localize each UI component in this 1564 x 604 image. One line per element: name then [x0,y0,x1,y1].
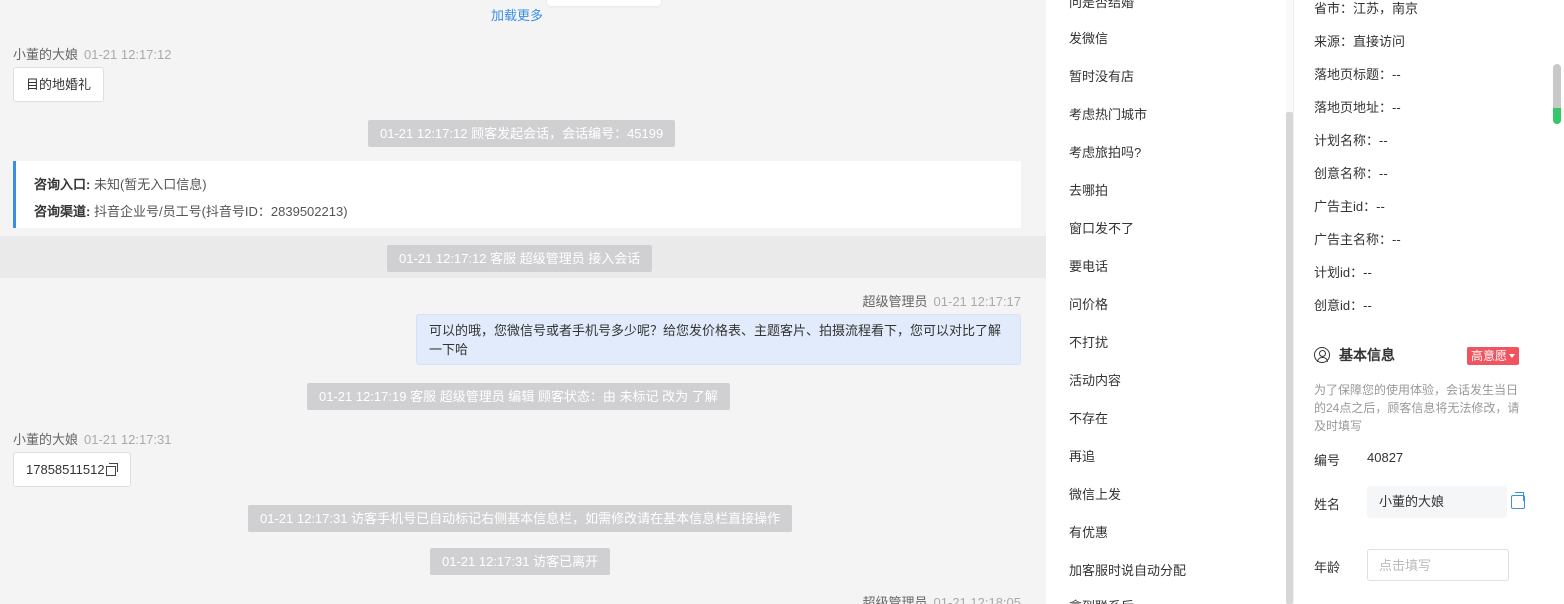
quick-reply-item[interactable]: 暂时没有店 [1069,66,1134,85]
quick-reply-item[interactable]: 活动内容 [1069,370,1121,389]
name-field[interactable]: 小董的大娘 [1367,486,1507,518]
age-label: 年龄 [1314,560,1341,575]
channel-value: 抖音企业号/员工号(抖音号ID：2839502213) [93,204,348,219]
popup-card-edge [547,0,661,6]
info-row-plan-name: 计划名称：-- [1314,130,1388,149]
quick-reply-item[interactable]: 拿到联系后 [1069,596,1134,604]
quick-reply-list: 问是否结婚 发微信 暂时没有店 考虑热门城市 考虑旅拍吗? 去哪拍 窗口发不了 … [1053,0,1293,604]
quick-reply-item[interactable]: 去哪拍 [1069,180,1108,199]
customer-info-panel: 省市：江苏，南京 来源：直接访问 落地页标题：-- 落地页地址：-- 计划名称：… [1293,0,1547,604]
quick-reply-item[interactable]: 不打扰 [1069,332,1108,351]
quick-reply-item[interactable]: 发微信 [1069,28,1108,47]
info-value: -- [1379,133,1388,148]
entry-value: 未知(暂无入口信息) [93,177,207,192]
info-label: 创意名称： [1314,166,1380,181]
phone-number: 17858511512 [26,462,105,477]
quick-reply-scrollbar-thumb[interactable] [1286,112,1293,604]
info-label: 广告主id： [1314,199,1377,214]
info-row-region: 省市：江苏，南京 [1314,0,1418,17]
info-value: -- [1392,67,1401,82]
message-header: 小董的大娘 01-21 12:17:12 [13,44,171,63]
sender-name: 小董的大娘 [13,432,79,447]
customer-message-bubble[interactable]: 目的地婚礼 [13,67,105,102]
system-message: 01-21 12:17:19 客服 超级管理员 编辑 顾客状态：由 未标记 改为… [307,383,730,410]
quick-reply-item[interactable]: 考虑热门城市 [1069,104,1147,123]
quick-reply-item[interactable]: 问是否结婚 [1069,0,1134,11]
system-message: 01-21 12:17:31 访客手机号已自动标记右侧基本信息栏，如需修改请在基… [248,505,793,532]
edit-deadline-notice: 为了保障您的使用体验，会话发生当日的24点之后，顾客信息将无法修改，请及时填写 [1314,383,1520,433]
sender-name: 超级管理员 [862,595,928,604]
channel-row: 咨询渠道: 抖音企业号/员工号(抖音号ID：2839502213) [34,198,1003,225]
info-row-source: 来源：直接访问 [1314,31,1405,50]
quick-reply-item[interactable]: 加客服时说自动分配 [1069,560,1186,579]
chat-pane: 加载更多 小董的大娘 01-21 12:17:12 目的地婚礼 01-21 12:… [0,0,1046,604]
edit-icon[interactable] [1511,492,1525,509]
system-message: 01-21 12:17:12 顾客发起会话，会话编号：45199 [368,120,676,147]
info-label: 计划名称： [1314,133,1380,148]
caret-down-icon [1509,354,1516,358]
info-label: 广告主名称： [1314,232,1393,247]
id-label: 编号 [1314,453,1341,468]
quick-reply-item[interactable]: 问价格 [1069,294,1108,313]
info-value: -- [1363,265,1372,280]
message-time: 01-21 12:17:12 [84,47,172,62]
entry-row: 咨询入口: 未知(暂无入口信息) [34,171,1003,198]
system-message: 01-21 12:17:31 访客已离开 [430,548,611,575]
info-row-landing-url: 落地页地址：-- [1314,97,1401,116]
info-value: 直接访问 [1353,34,1406,49]
copy-icon[interactable] [105,463,118,476]
sender-name: 超级管理员 [862,294,928,309]
message-header: 超级管理员 01-21 12:18:05 [863,592,1021,604]
message-header: 小董的大娘 01-21 12:17:31 [13,429,171,448]
message-time: 01-21 12:18:05 [933,595,1021,604]
info-value: -- [1379,166,1388,181]
user-circle-icon [1314,347,1330,363]
basic-info-heading: 基本信息 [1314,345,1395,365]
info-row-plan-id: 计划id：-- [1314,262,1372,281]
info-scrollbar-thumb[interactable] [1553,64,1561,124]
info-row-creative-name: 创意名称：-- [1314,163,1388,182]
entry-label: 咨询入口: [34,177,91,192]
info-label: 落地页标题： [1314,67,1393,82]
sender-name: 小董的大娘 [13,47,79,62]
info-row-advertiser-name: 广告主名称：-- [1314,229,1401,248]
id-value: 40827 [1367,450,1404,465]
system-message: 01-21 12:17:12 客服 超级管理员 接入会话 [387,245,653,272]
quick-reply-item[interactable]: 窗口发不了 [1069,218,1134,237]
info-value: -- [1392,100,1401,115]
info-label: 省市： [1314,1,1354,16]
load-more-link[interactable]: 加载更多 [491,5,543,24]
info-value: -- [1392,232,1401,247]
consult-entry-card: 咨询入口: 未知(暂无入口信息) 咨询渠道: 抖音企业号/员工号(抖音号ID：2… [13,161,1021,228]
age-input[interactable] [1367,549,1509,581]
quick-reply-item[interactable]: 有优惠 [1069,522,1108,541]
quick-reply-item[interactable]: 考虑旅拍吗? [1069,142,1141,161]
info-label: 落地页地址： [1314,100,1393,115]
quick-reply-item[interactable]: 不存在 [1069,408,1108,427]
message-header: 超级管理员 01-21 12:17:17 [863,291,1021,310]
name-label: 姓名 [1314,497,1341,512]
customer-message-bubble[interactable]: 17858511512 [13,452,131,487]
quick-reply-item[interactable]: 再追 [1069,446,1095,465]
info-row-advertiser-id: 广告主id：-- [1314,196,1385,215]
info-row-landing-title: 落地页标题：-- [1314,64,1401,83]
info-value: 江苏，南京 [1353,1,1419,16]
message-time: 01-21 12:17:17 [933,294,1021,309]
quick-reply-item[interactable]: 微信上发 [1069,484,1121,503]
info-row-creative-id: 创意id：-- [1314,295,1372,314]
channel-label: 咨询渠道: [34,204,91,219]
info-label: 创意id： [1314,298,1364,313]
info-label: 来源： [1314,34,1354,49]
message-time: 01-21 12:17:31 [84,432,172,447]
intent-level-dropdown[interactable]: 高意愿 [1467,347,1520,365]
info-label: 计划id： [1314,265,1364,280]
basic-info-title: 基本信息 [1339,347,1395,363]
info-value: -- [1376,199,1385,214]
info-value: -- [1363,298,1372,313]
agent-message-bubble[interactable]: 可以的哦，您微信号或者手机号多少呢？给您发价格表、主题客片、拍摄流程看下，您可以… [416,314,1021,365]
quick-reply-item[interactable]: 要电话 [1069,256,1108,275]
intent-level-label: 高意愿 [1471,349,1508,363]
